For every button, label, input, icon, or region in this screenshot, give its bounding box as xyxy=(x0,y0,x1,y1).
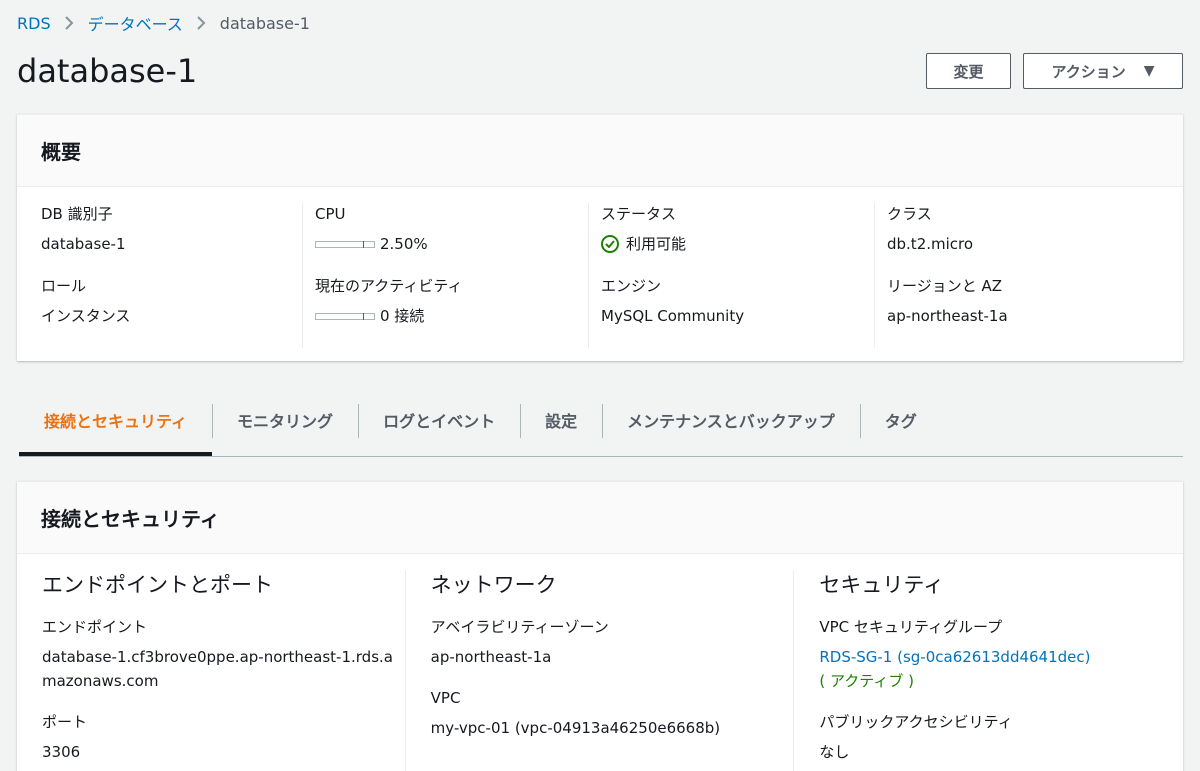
role: ロール インスタンス xyxy=(41,275,302,327)
engine: エンジン MySQL Community xyxy=(601,275,874,327)
activity-label: 現在のアクティビティ xyxy=(315,277,463,295)
breadcrumb-current: database-1 xyxy=(219,13,310,33)
activity: 現在のアクティビティ 0 接続 xyxy=(315,275,588,327)
class-label: クラス xyxy=(887,205,932,223)
connectivity-title: 接続とセキュリティ xyxy=(41,507,220,531)
activity-value-row: 0 接続 xyxy=(315,305,588,327)
summary-title: 概要 xyxy=(41,140,81,164)
class-value: db.t2.micro xyxy=(887,235,974,253)
public-accessibility: パブリックアクセシビリティ なし xyxy=(819,711,1173,764)
db-identifier-label: DB 識別子 xyxy=(41,205,113,223)
tab-maintenance-backup[interactable]: メンテナンスとバックアップ xyxy=(602,396,860,444)
region-az-value: ap-northeast-1a xyxy=(887,307,1008,325)
cpu-label: CPU xyxy=(315,205,346,223)
port-label: ポート xyxy=(42,713,88,731)
status: ステータス 利用可能 xyxy=(601,203,874,255)
network-section: ネットワーク アベイラビリティーゾーン ap-northeast-1a VPC … xyxy=(406,570,795,771)
engine-value: MySQL Community xyxy=(601,307,745,325)
summary-grid: DB 識別子 database-1 ロール インスタンス CPU 2.50% 現… xyxy=(17,187,1183,362)
connectivity-header: 接続とセキュリティ xyxy=(17,482,1183,554)
public-accessibility-value: なし xyxy=(819,743,850,761)
connectivity-grid: エンドポイントとポート エンドポイント database-1.cf3brove0… xyxy=(17,554,1183,771)
endpoint: エンドポイント database-1.cf3brove0ppe.ap-north… xyxy=(42,616,395,693)
summary-col-usage: CPU 2.50% 現在のアクティビティ 0 接続 xyxy=(303,203,589,348)
availability-zone: アベイラビリティーゾーン ap-northeast-1a xyxy=(431,616,784,669)
vpc: VPC my-vpc-01 (vpc-04913a46250e6668b) xyxy=(431,687,784,740)
chevron-right-icon xyxy=(197,16,206,30)
check-circle-icon xyxy=(601,235,619,253)
port-value: 3306 xyxy=(42,743,81,761)
availability-zone-value: ap-northeast-1a xyxy=(430,648,552,666)
endpoint-port-section: エンドポイントとポート エンドポイント database-1.cf3brove0… xyxy=(17,570,406,771)
summary-col-status: ステータス 利用可能 エンジン MySQL Community xyxy=(589,203,875,348)
security-group-row: RDS-SG-1 (sg-0ca62613dd4641dec) ( アクティブ … xyxy=(819,645,1173,693)
security-group-status: ( アクティブ ) xyxy=(819,672,914,690)
summary-header: 概要 xyxy=(17,115,1183,187)
region-az: リージョンと AZ ap-northeast-1a xyxy=(887,275,1161,327)
summary-col-class: クラス db.t2.micro リージョンと AZ ap-northeast-1… xyxy=(875,203,1161,348)
breadcrumb: RDS データベース database-1 xyxy=(17,11,310,35)
tab-tags[interactable]: タグ xyxy=(859,396,942,444)
vpc-label: VPC xyxy=(430,689,461,707)
db-identifier-value: database-1 xyxy=(41,235,126,253)
modify-button[interactable]: 変更 xyxy=(926,53,1011,89)
class: クラス db.t2.micro xyxy=(887,203,1161,255)
tab-connectivity-security[interactable]: 接続とセキュリティ xyxy=(19,396,213,456)
region-az-label: リージョンと AZ xyxy=(887,277,1003,295)
tab-bar: 接続とセキュリティ モニタリング ログとイベント 設定 メンテナンスとバックアッ… xyxy=(19,396,1183,457)
summary-panel: 概要 DB 識別子 database-1 ロール インスタンス CPU 2.50… xyxy=(17,114,1183,361)
modify-button-label: 変更 xyxy=(953,62,984,81)
chevron-right-icon xyxy=(64,16,74,30)
status-value-row: 利用可能 xyxy=(601,233,874,255)
status-label: ステータス xyxy=(601,205,677,223)
connectivity-security-panel: 接続とセキュリティ エンドポイントとポート エンドポイント database-1… xyxy=(17,481,1183,771)
engine-label: エンジン xyxy=(601,277,662,295)
actions-button-label: アクション xyxy=(1051,62,1126,81)
db-identifier: DB 識別子 database-1 xyxy=(41,203,302,255)
public-accessibility-label: パブリックアクセシビリティ xyxy=(819,713,1013,731)
security-group-link[interactable]: RDS-SG-1 (sg-0ca62613dd4641dec) xyxy=(819,645,1173,669)
network-heading: ネットワーク xyxy=(430,573,557,597)
actions-dropdown-button[interactable]: アクション ▼ xyxy=(1023,53,1183,89)
activity-value: 0 接続 xyxy=(380,307,425,325)
tab-configuration[interactable]: 設定 xyxy=(520,396,602,444)
tab-logs-events[interactable]: ログとイベント xyxy=(358,396,520,444)
caret-down-icon: ▼ xyxy=(1143,63,1155,79)
endpoint-value: database-1.cf3brove0ppe.ap-northeast-1.r… xyxy=(42,648,393,690)
status-value: 利用可能 xyxy=(626,235,687,253)
endpoint-port-heading: エンドポイントとポート xyxy=(42,573,273,597)
availability-zone-label: アベイラビリティーゾーン xyxy=(430,618,609,636)
role-label: ロール xyxy=(41,277,87,295)
summary-col-identity: DB 識別子 database-1 ロール インスタンス xyxy=(17,203,303,348)
endpoint-label: エンドポイント xyxy=(42,618,148,636)
tab-monitoring[interactable]: モニタリング xyxy=(212,396,358,444)
security-section: セキュリティ VPC セキュリティグループ RDS-SG-1 (sg-0ca62… xyxy=(794,570,1183,771)
breadcrumb-databases-link[interactable]: データベース xyxy=(88,11,183,35)
role-value: インスタンス xyxy=(41,307,131,325)
port: ポート 3306 xyxy=(42,711,395,764)
security-groups-label: VPC セキュリティグループ xyxy=(819,618,1003,636)
cpu: CPU 2.50% xyxy=(315,203,588,255)
vpc-link[interactable]: my-vpc-01 (vpc-04913a46250e6668b) xyxy=(431,716,784,740)
page-title: database-1 xyxy=(17,52,198,90)
vpc-security-groups: VPC セキュリティグループ RDS-SG-1 (sg-0ca62613dd46… xyxy=(819,616,1173,693)
activity-meter xyxy=(315,312,375,320)
cpu-meter xyxy=(315,240,375,248)
cpu-value-row: 2.50% xyxy=(315,233,588,255)
security-heading: セキュリティ xyxy=(819,573,945,597)
breadcrumb-rds-link[interactable]: RDS xyxy=(17,14,51,33)
cpu-value: 2.50% xyxy=(380,235,428,253)
